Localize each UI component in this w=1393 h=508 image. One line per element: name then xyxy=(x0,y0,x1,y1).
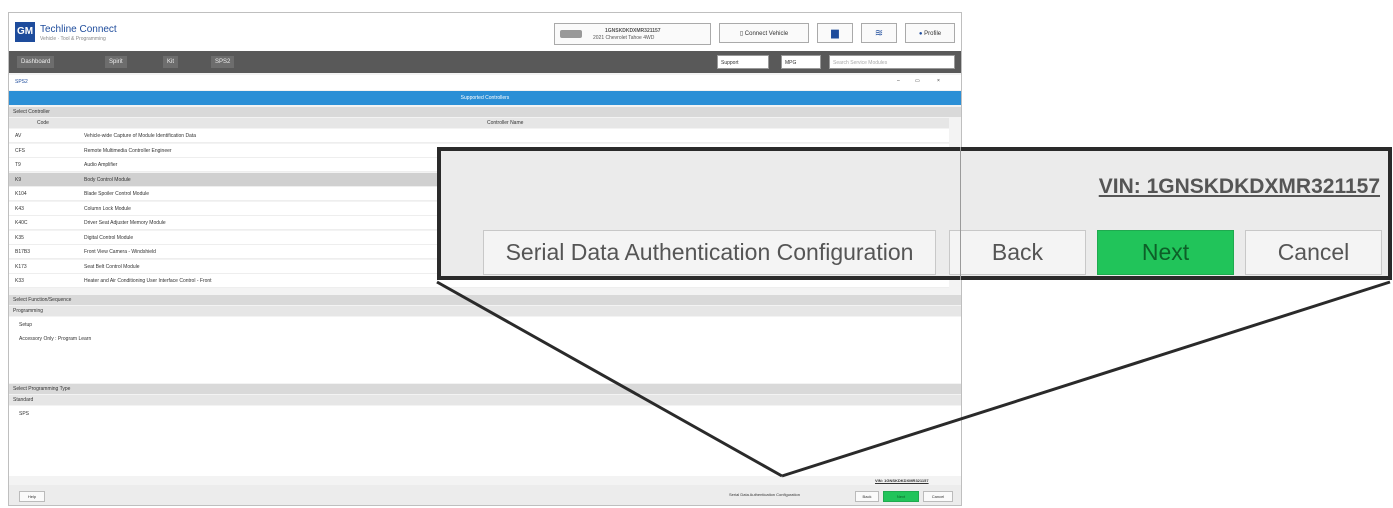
window-edge-line xyxy=(960,147,961,280)
next-button[interactable]: Next xyxy=(1097,230,1234,275)
callout-line-right xyxy=(781,280,1391,478)
serial-data-authentication-configuration-button[interactable]: Serial Data Authentication Configuration xyxy=(483,230,936,275)
callout-line-left xyxy=(436,280,783,478)
vin-label: VIN: 1GNSKDKDXMR321157 xyxy=(1098,175,1380,198)
cancel-button[interactable]: Cancel xyxy=(1245,230,1382,275)
back-button[interactable]: Back xyxy=(949,230,1086,275)
zoomed-button-bar: VIN: 1GNSKDKDXMR321157 Serial Data Authe… xyxy=(437,147,1392,280)
